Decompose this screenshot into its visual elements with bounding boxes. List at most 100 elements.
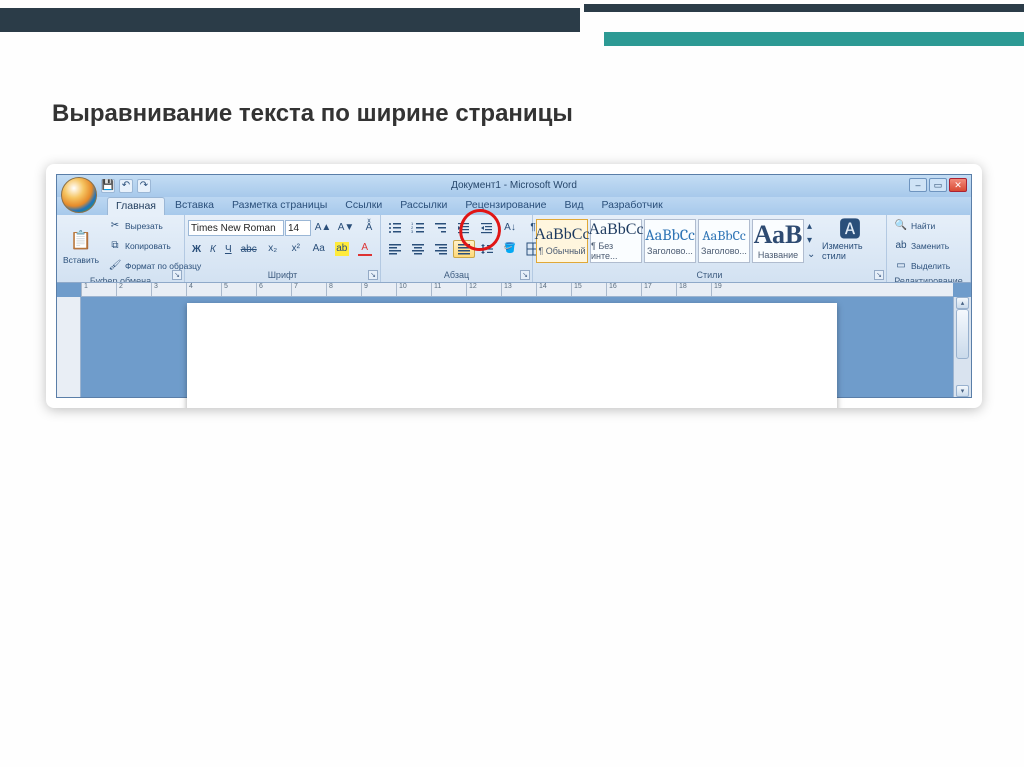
underline-button[interactable]: Ч — [221, 242, 236, 257]
style-title-preview: АаВ — [754, 222, 803, 248]
style-title[interactable]: АаВ Название — [752, 219, 804, 263]
style-h2-label: Заголово... — [701, 246, 747, 256]
clipboard-launcher[interactable]: ↘ — [172, 270, 182, 280]
change-styles-button[interactable]: 🅰 Изменить стили — [822, 219, 878, 261]
office-button[interactable] — [61, 177, 97, 213]
shading-button[interactable]: 🪣 — [499, 240, 521, 258]
highlight-button[interactable]: ab — [331, 240, 353, 258]
font-launcher[interactable]: ↘ — [368, 270, 378, 280]
shrink-font-icon: A▼ — [339, 221, 353, 235]
qat-save-button[interactable]: 💾 — [101, 179, 115, 193]
document-page[interactable] — [187, 303, 837, 408]
decrease-indent-button[interactable] — [453, 219, 475, 237]
style-heading2[interactable]: AaBbCc Заголово... — [698, 219, 750, 263]
subscript-button[interactable]: x₂ — [262, 240, 284, 258]
font-color-button[interactable]: A — [354, 240, 376, 258]
font-size-input[interactable] — [285, 220, 311, 236]
justify-button[interactable] — [453, 240, 475, 258]
qat-undo-button[interactable]: ↶ — [119, 179, 133, 193]
italic-button[interactable]: К — [206, 242, 220, 257]
qat-redo-button[interactable]: ↷ — [137, 179, 151, 193]
tab-view[interactable]: Вид — [556, 197, 591, 215]
shrink-font-button[interactable]: A▼ — [335, 219, 357, 237]
window-title: Документ1 - Microsoft Word — [451, 175, 577, 197]
find-button[interactable]: 🔍Найти — [890, 217, 967, 235]
align-right-button[interactable] — [430, 240, 452, 258]
tab-pagelayout[interactable]: Разметка страницы — [224, 197, 335, 215]
replace-button[interactable]: abЗаменить — [890, 237, 967, 255]
tab-home[interactable]: Главная — [107, 197, 165, 215]
copy-label: Копировать — [125, 241, 171, 251]
paste-button[interactable]: 📋 Вставить — [60, 225, 102, 268]
decrease-indent-icon — [457, 221, 471, 235]
word-window: 💾 ↶ ↷ Документ1 - Microsoft Word – ▭ ✕ Г… — [56, 174, 972, 398]
chevron-up-icon: ▴ — [807, 221, 812, 232]
tab-mailings[interactable]: Рассылки — [392, 197, 455, 215]
replace-label: Заменить — [911, 241, 949, 251]
vertical-ruler[interactable] — [57, 297, 81, 397]
paragraph-launcher[interactable]: ↘ — [520, 270, 530, 280]
style-normal[interactable]: AaBbCc ¶ Обычный — [536, 219, 588, 263]
style-heading1[interactable]: AaBbCc Заголово... — [644, 219, 696, 263]
underline-label: Ч — [225, 244, 232, 255]
replace-icon: ab — [894, 239, 908, 253]
change-case-button[interactable]: Aa — [308, 240, 330, 258]
superscript-button[interactable]: x² — [285, 240, 307, 258]
select-button[interactable]: ▭Выделить — [890, 257, 967, 275]
font-name-input[interactable] — [188, 220, 284, 236]
styles-more[interactable]: ⌄ — [806, 247, 820, 261]
grow-font-button[interactable]: A▲ — [312, 219, 334, 237]
band-teal — [604, 32, 1024, 46]
tab-developer[interactable]: Разработчик — [593, 197, 670, 215]
numbering-button[interactable]: 123 — [407, 219, 429, 237]
chevron-down-icon: ▾ — [807, 235, 812, 246]
undo-icon: ↶ — [120, 179, 132, 193]
increase-indent-button[interactable] — [476, 219, 498, 237]
line-spacing-icon — [480, 242, 494, 256]
line-spacing-button[interactable] — [476, 240, 498, 258]
cut-icon: ✂ — [108, 219, 122, 233]
multilevel-button[interactable] — [430, 219, 452, 237]
highlight-icon: ab — [335, 242, 349, 256]
ribbon-tabs: Главная Вставка Разметка страницы Ссылки… — [57, 197, 971, 215]
bullets-icon — [388, 221, 402, 235]
bullets-button[interactable] — [384, 219, 406, 237]
clear-formatting-button[interactable]: Aͯ — [358, 219, 380, 237]
style-nospace[interactable]: AaBbCc ¶ Без инте... — [590, 219, 642, 263]
styles-row-up[interactable]: ▴ — [806, 219, 820, 233]
close-button[interactable]: ✕ — [949, 178, 967, 192]
group-clipboard: 📋 Вставить ✂Вырезать ⧉Копировать 🖌Формат… — [57, 215, 185, 282]
tab-insert[interactable]: Вставка — [167, 197, 222, 215]
align-left-icon — [388, 242, 402, 256]
align-left-button[interactable] — [384, 240, 406, 258]
brush-icon: 🖌 — [108, 259, 122, 273]
align-right-icon — [434, 242, 448, 256]
change-styles-label: Изменить стили — [822, 241, 878, 261]
numbering-icon: 123 — [411, 221, 425, 235]
styles-group-label: Стили — [536, 269, 883, 282]
sort-icon: A↓ — [503, 221, 517, 235]
maximize-button[interactable]: ▭ — [929, 178, 947, 192]
styles-launcher[interactable]: ↘ — [874, 270, 884, 280]
bold-button[interactable]: Ж — [188, 242, 205, 257]
scroll-down-button[interactable]: ▾ — [956, 385, 969, 397]
grow-font-icon: A▲ — [316, 221, 330, 235]
tab-references[interactable]: Ссылки — [337, 197, 390, 215]
vertical-scrollbar[interactable]: ▴ ▾ — [953, 297, 971, 397]
group-font: A▲ A▼ Aͯ Ж К Ч abc x₂ x² Aa ab A — [185, 215, 381, 282]
minimize-button[interactable]: – — [909, 178, 927, 192]
slide-header-bands — [0, 0, 1024, 50]
band-dark-right — [584, 4, 1024, 12]
style-title-label: Название — [758, 250, 798, 260]
editing-group-label: Редактирование — [890, 275, 967, 283]
align-center-button[interactable] — [407, 240, 429, 258]
cut-label: Вырезать — [125, 221, 163, 231]
scroll-thumb[interactable] — [956, 309, 969, 359]
horizontal-ruler[interactable]: 12345678910111213141516171819 — [81, 283, 953, 297]
sort-button[interactable]: A↓ — [499, 219, 521, 237]
style-nospace-label: ¶ Без инте... — [591, 241, 641, 261]
styles-row-down[interactable]: ▾ — [806, 233, 820, 247]
scroll-up-button[interactable]: ▴ — [956, 297, 969, 309]
tab-review[interactable]: Рецензирование — [457, 197, 554, 215]
strike-button[interactable]: abc — [237, 242, 261, 257]
